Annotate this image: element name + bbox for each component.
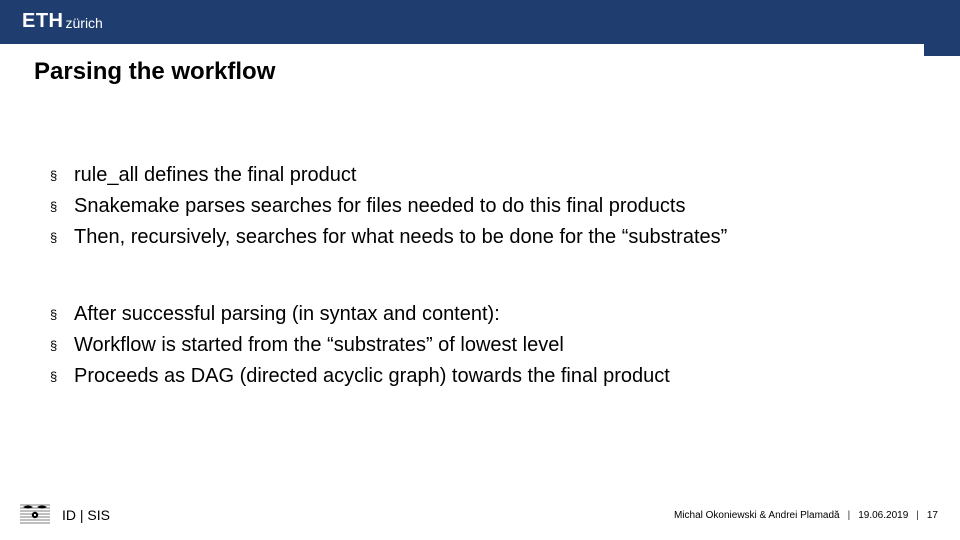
crest-icon <box>20 504 50 526</box>
bullet-item: § rule_all defines the final product <box>50 160 920 191</box>
slide-content: § rule_all defines the final product § S… <box>50 160 920 438</box>
header-bar <box>0 0 960 44</box>
bullet-item: § Snakemake parses searches for files ne… <box>50 191 920 222</box>
header-bar-notch <box>924 0 960 56</box>
bullet-text: Workflow is started from the “substrates… <box>74 330 564 361</box>
logo-main-text: ETH <box>22 10 64 33</box>
bullet-marker-icon: § <box>50 336 74 356</box>
bullet-item: § After successful parsing (in syntax an… <box>50 299 920 330</box>
bullet-text: Then, recursively, searches for what nee… <box>74 222 727 253</box>
bullet-marker-icon: § <box>50 305 74 325</box>
slide: ETH zürich Parsing the workflow § rule_a… <box>0 0 960 540</box>
bullet-marker-icon: § <box>50 228 74 248</box>
slide-title: Parsing the workflow <box>34 58 275 86</box>
eth-logo: ETH zürich <box>22 10 103 33</box>
bullet-text: Proceeds as DAG (directed acyclic graph)… <box>74 361 670 392</box>
footer-page-number: 17 <box>927 510 938 521</box>
footer-meta: Michal Okoniewski & Andrei Plamadă | 19.… <box>674 510 938 521</box>
bullet-text: After successful parsing (in syntax and … <box>74 299 500 330</box>
bullet-item: § Workflow is started from the “substrat… <box>50 330 920 361</box>
footer-department: ID | SIS <box>62 507 110 523</box>
logo-sub-text: zürich <box>66 15 103 31</box>
footer-separator: | <box>848 510 851 521</box>
bullet-marker-icon: § <box>50 367 74 387</box>
footer-authors: Michal Okoniewski & Andrei Plamadă <box>674 510 840 521</box>
bullet-item: § Then, recursively, searches for what n… <box>50 222 920 253</box>
bullet-item: § Proceeds as DAG (directed acyclic grap… <box>50 361 920 392</box>
footer-separator: | <box>916 510 919 521</box>
bullet-text: Snakemake parses searches for files need… <box>74 191 685 222</box>
footer-date: 19.06.2019 <box>858 510 908 521</box>
bullet-marker-icon: § <box>50 197 74 217</box>
bullet-group-1: § rule_all defines the final product § S… <box>50 160 920 253</box>
footer: ID | SIS Michal Okoniewski & Andrei Plam… <box>0 504 960 526</box>
bullet-group-2: § After successful parsing (in syntax an… <box>50 299 920 392</box>
bullet-text: rule_all defines the final product <box>74 160 356 191</box>
bullet-marker-icon: § <box>50 166 74 186</box>
